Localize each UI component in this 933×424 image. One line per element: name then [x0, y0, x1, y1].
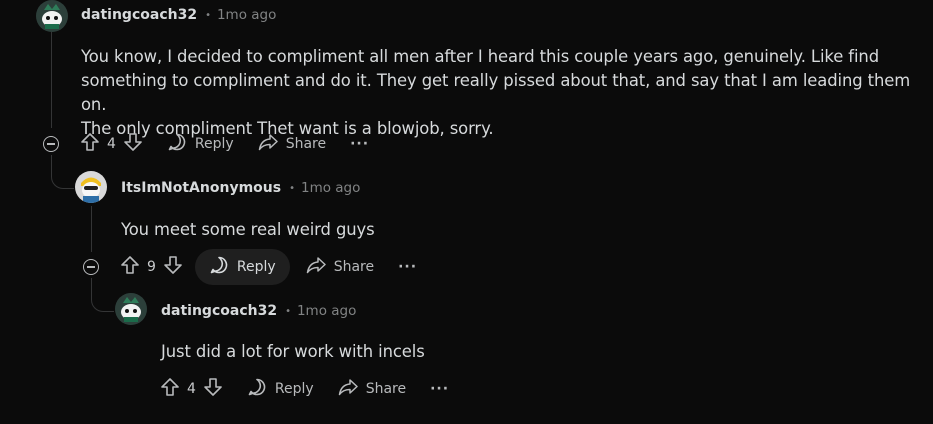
comment-meta: datingcoach32 • 1mo ago	[81, 7, 276, 23]
comment-thread: datingcoach32 • 1mo ago You know, I deci…	[0, 0, 933, 424]
comment-body: Just did a lot for work with incels	[161, 342, 425, 361]
comment-meta: datingcoach32 • 1mo ago	[161, 303, 356, 319]
vote-group: 9	[120, 255, 183, 279]
upvote-icon[interactable]	[120, 255, 140, 279]
more-options-button[interactable]: ···	[418, 381, 461, 397]
comment-bubble-icon	[247, 377, 275, 401]
avatar[interactable]	[75, 171, 107, 203]
timestamp[interactable]: 1mo ago	[297, 303, 356, 319]
share-button[interactable]: Share	[326, 371, 418, 407]
vote-group: 4	[160, 377, 223, 401]
collapse-icon[interactable]	[43, 136, 59, 152]
vote-count: 9	[147, 259, 156, 275]
downvote-icon[interactable]	[163, 255, 183, 279]
more-options-button[interactable]: ···	[386, 259, 429, 275]
username[interactable]: datingcoach32	[161, 303, 277, 319]
more-options-button[interactable]: ···	[338, 136, 381, 152]
separator-dot: •	[205, 9, 211, 21]
avatar[interactable]	[36, 0, 68, 32]
vote-count: 4	[187, 381, 196, 397]
share-arrow-icon	[306, 255, 334, 279]
reply-label: Reply	[194, 136, 234, 152]
separator-dot: •	[289, 182, 295, 194]
reply-label: Reply	[236, 259, 276, 275]
upvote-icon[interactable]	[80, 132, 100, 156]
downvote-icon[interactable]	[123, 132, 143, 156]
comment-actions: 9 Reply Share ···	[120, 249, 429, 285]
thread-elbow	[91, 283, 114, 312]
collapse-icon[interactable]	[83, 259, 99, 275]
comment-actions: 4 Reply Share ···	[160, 371, 461, 407]
share-button[interactable]: Share	[246, 126, 338, 162]
comment-meta: ItsImNotAnonymous • 1mo ago	[121, 180, 360, 196]
reply-label: Reply	[274, 381, 314, 397]
comment-bubble-icon	[167, 132, 195, 156]
username[interactable]: datingcoach32	[81, 7, 197, 23]
timestamp[interactable]: 1mo ago	[301, 180, 360, 196]
username[interactable]: ItsImNotAnonymous	[121, 180, 281, 196]
reply-button[interactable]: Reply	[235, 371, 326, 407]
vote-count: 4	[107, 136, 116, 152]
share-label: Share	[365, 381, 407, 397]
comment-bubble-icon	[209, 255, 237, 279]
share-arrow-icon	[338, 377, 366, 401]
share-label: Share	[333, 259, 375, 275]
separator-dot: •	[285, 305, 291, 317]
reply-button[interactable]: Reply	[155, 126, 246, 162]
upvote-icon[interactable]	[160, 377, 180, 401]
share-button[interactable]: Share	[294, 249, 386, 285]
comment-body: You meet some real weird guys	[121, 220, 375, 239]
share-arrow-icon	[258, 132, 286, 156]
downvote-icon[interactable]	[203, 377, 223, 401]
thread-line	[91, 206, 92, 252]
comment-line: something to compliment and do it. They …	[81, 71, 911, 114]
share-label: Share	[285, 136, 327, 152]
vote-group: 4	[80, 132, 143, 156]
avatar[interactable]	[115, 293, 147, 325]
comment-actions: 4 Reply Share ···	[80, 126, 381, 162]
reply-button[interactable]: Reply	[194, 249, 290, 285]
thread-elbow	[51, 160, 74, 189]
comment-line: You know, I decided to compliment all me…	[81, 47, 880, 66]
timestamp[interactable]: 1mo ago	[217, 7, 276, 23]
